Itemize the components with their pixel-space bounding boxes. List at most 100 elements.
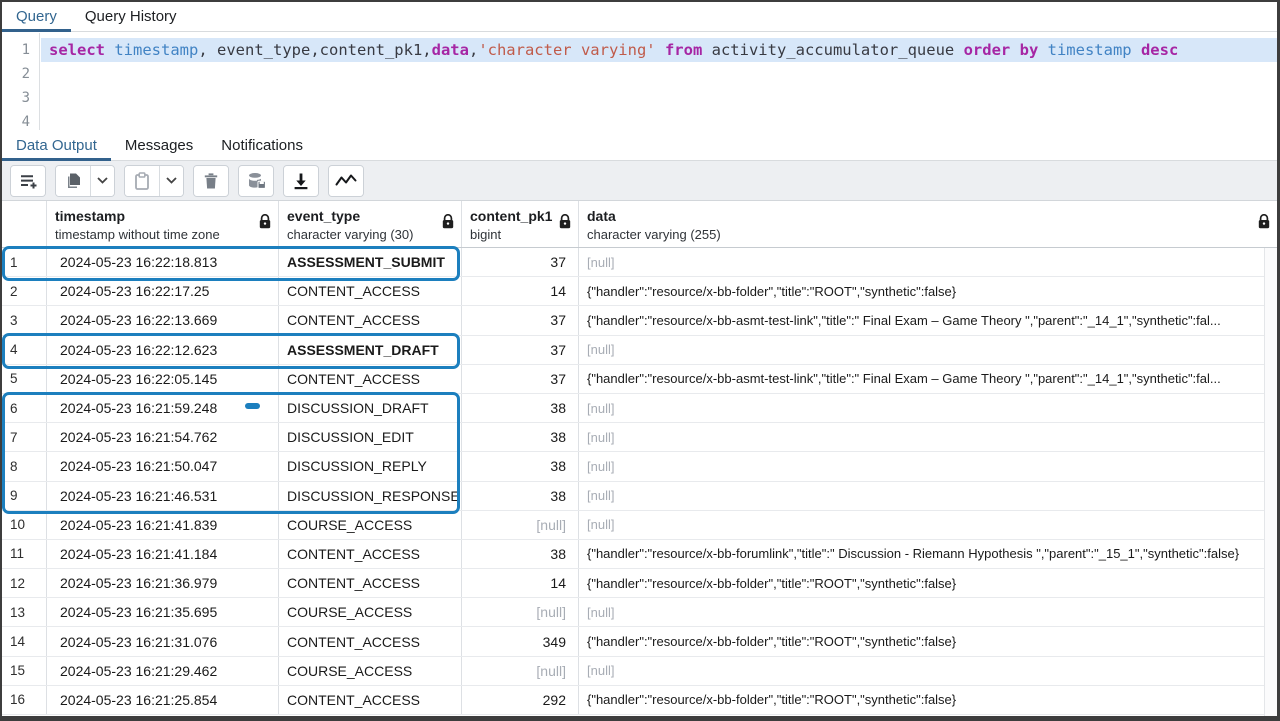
content-pk1-cell[interactable]: [null] <box>462 598 579 626</box>
copy-button[interactable] <box>56 166 90 196</box>
content-pk1-cell[interactable]: [null] <box>462 657 579 685</box>
data-cell[interactable]: [null] <box>579 598 1277 626</box>
data-cell[interactable]: [null] <box>579 482 1277 510</box>
data-cell[interactable]: {"handler":"resource/x-bb-asmt-test-link… <box>579 306 1277 334</box>
content-pk1-cell[interactable]: 38 <box>462 482 579 510</box>
data-cell[interactable]: [null] <box>579 452 1277 480</box>
content-pk1-cell[interactable]: 38 <box>462 452 579 480</box>
paste-options-button[interactable] <box>159 166 183 196</box>
add-row-button[interactable] <box>11 166 45 196</box>
event-type-cell[interactable]: DISCUSSION_DRAFT <box>279 394 462 422</box>
event-type-cell[interactable]: CONTENT_ACCESS <box>279 540 462 568</box>
timestamp-cell[interactable]: 2024-05-23 16:21:36.979 <box>47 569 279 597</box>
sql-editor[interactable]: 1 2 3 4 select timestamp, event_type,con… <box>2 33 1277 130</box>
sql-line-2[interactable] <box>41 62 1277 86</box>
timestamp-cell[interactable]: 2024-05-23 16:22:13.669 <box>47 306 279 334</box>
paste-button[interactable] <box>125 166 159 196</box>
data-cell[interactable]: [null] <box>579 394 1277 422</box>
event-type-cell[interactable]: COURSE_ACCESS <box>279 598 462 626</box>
content-pk1-cell[interactable]: 37 <box>462 306 579 334</box>
content-pk1-cell[interactable]: 38 <box>462 540 579 568</box>
timestamp-cell[interactable]: 2024-05-23 16:22:05.145 <box>47 365 279 393</box>
event-type-cell[interactable]: ASSESSMENT_SUBMIT <box>279 248 462 276</box>
content-pk1-cell[interactable]: 292 <box>462 686 579 714</box>
column-header-event-type[interactable]: event_type character varying (30) <box>279 201 462 247</box>
content-pk1-cell[interactable]: 37 <box>462 365 579 393</box>
timestamp-cell[interactable]: 2024-05-23 16:22:17.25 <box>47 277 279 305</box>
sql-line-1[interactable]: select timestamp, event_type,content_pk1… <box>41 38 1277 62</box>
timestamp-cell[interactable]: 2024-05-23 16:21:41.184 <box>47 540 279 568</box>
row-number-cell[interactable]: 2 <box>2 277 47 305</box>
event-type-cell[interactable]: ASSESSMENT_DRAFT <box>279 336 462 364</box>
timestamp-cell[interactable]: 2024-05-23 16:21:35.695 <box>47 598 279 626</box>
content-pk1-cell[interactable]: 38 <box>462 394 579 422</box>
row-number-cell[interactable]: 14 <box>2 627 47 655</box>
graph-visualiser-button[interactable] <box>329 166 363 196</box>
column-header-data[interactable]: data character varying (255) <box>579 201 1277 247</box>
tab-query[interactable]: Query <box>2 2 71 31</box>
row-number-cell[interactable]: 15 <box>2 657 47 685</box>
data-cell[interactable]: [null] <box>579 336 1277 364</box>
content-pk1-cell[interactable]: 37 <box>462 248 579 276</box>
row-number-cell[interactable]: 1 <box>2 248 47 276</box>
tab-notifications[interactable]: Notifications <box>207 130 317 160</box>
content-pk1-cell[interactable]: 349 <box>462 627 579 655</box>
content-pk1-cell[interactable]: 38 <box>462 423 579 451</box>
content-pk1-cell[interactable]: [null] <box>462 511 579 539</box>
event-type-cell[interactable]: DISCUSSION_REPLY <box>279 452 462 480</box>
event-type-cell[interactable]: CONTENT_ACCESS <box>279 569 462 597</box>
data-cell[interactable]: [null] <box>579 423 1277 451</box>
row-number-cell[interactable]: 10 <box>2 511 47 539</box>
timestamp-cell[interactable]: 2024-05-23 16:22:12.623 <box>47 336 279 364</box>
data-cell[interactable]: {"handler":"resource/x-bb-folder","title… <box>579 277 1277 305</box>
row-number-cell[interactable]: 5 <box>2 365 47 393</box>
save-data-changes-button[interactable] <box>239 166 273 196</box>
copy-options-button[interactable] <box>90 166 114 196</box>
event-type-cell[interactable]: COURSE_ACCESS <box>279 511 462 539</box>
timestamp-cell[interactable]: 2024-05-23 16:22:18.813 <box>47 248 279 276</box>
event-type-cell[interactable]: CONTENT_ACCESS <box>279 277 462 305</box>
delete-row-button[interactable] <box>194 166 228 196</box>
event-type-cell[interactable]: DISCUSSION_RESPONSE <box>279 482 462 510</box>
event-type-cell[interactable]: CONTENT_ACCESS <box>279 365 462 393</box>
data-cell[interactable]: [null] <box>579 657 1277 685</box>
code-area[interactable]: select timestamp, event_type,content_pk1… <box>41 33 1277 130</box>
row-number-cell[interactable]: 7 <box>2 423 47 451</box>
row-number-cell[interactable]: 6 <box>2 394 47 422</box>
event-type-cell[interactable]: CONTENT_ACCESS <box>279 627 462 655</box>
vertical-scrollbar-track[interactable] <box>1264 248 1277 716</box>
event-type-cell[interactable]: CONTENT_ACCESS <box>279 306 462 334</box>
row-number-cell[interactable]: 16 <box>2 686 47 714</box>
row-number-header[interactable] <box>2 201 47 247</box>
data-cell[interactable]: {"handler":"resource/x-bb-forumlink","ti… <box>579 540 1277 568</box>
row-number-cell[interactable]: 8 <box>2 452 47 480</box>
timestamp-cell[interactable]: 2024-05-23 16:21:25.854 <box>47 686 279 714</box>
column-header-content-pk1[interactable]: content_pk1 bigint <box>462 201 579 247</box>
content-pk1-cell[interactable]: 14 <box>462 277 579 305</box>
timestamp-cell[interactable]: 2024-05-23 16:21:59.248 <box>47 394 279 422</box>
event-type-cell[interactable]: CONTENT_ACCESS <box>279 686 462 714</box>
sql-line-3[interactable] <box>41 86 1277 110</box>
row-number-cell[interactable]: 13 <box>2 598 47 626</box>
row-number-cell[interactable]: 11 <box>2 540 47 568</box>
content-pk1-cell[interactable]: 37 <box>462 336 579 364</box>
timestamp-cell[interactable]: 2024-05-23 16:21:31.076 <box>47 627 279 655</box>
row-number-cell[interactable]: 9 <box>2 482 47 510</box>
timestamp-cell[interactable]: 2024-05-23 16:21:46.531 <box>47 482 279 510</box>
column-header-timestamp[interactable]: timestamp timestamp without time zone <box>47 201 279 247</box>
tab-messages[interactable]: Messages <box>111 130 207 160</box>
data-cell[interactable]: [null] <box>579 248 1277 276</box>
timestamp-cell[interactable]: 2024-05-23 16:21:54.762 <box>47 423 279 451</box>
row-number-cell[interactable]: 12 <box>2 569 47 597</box>
row-number-cell[interactable]: 4 <box>2 336 47 364</box>
save-results-to-file-button[interactable] <box>284 166 318 196</box>
content-pk1-cell[interactable]: 14 <box>462 569 579 597</box>
data-cell[interactable]: {"handler":"resource/x-bb-folder","title… <box>579 569 1277 597</box>
tab-query-history[interactable]: Query History <box>71 2 191 31</box>
data-cell[interactable]: [null] <box>579 511 1277 539</box>
row-number-cell[interactable]: 3 <box>2 306 47 334</box>
timestamp-cell[interactable]: 2024-05-23 16:21:41.839 <box>47 511 279 539</box>
event-type-cell[interactable]: DISCUSSION_EDIT <box>279 423 462 451</box>
event-type-cell[interactable]: COURSE_ACCESS <box>279 657 462 685</box>
timestamp-cell[interactable]: 2024-05-23 16:21:29.462 <box>47 657 279 685</box>
